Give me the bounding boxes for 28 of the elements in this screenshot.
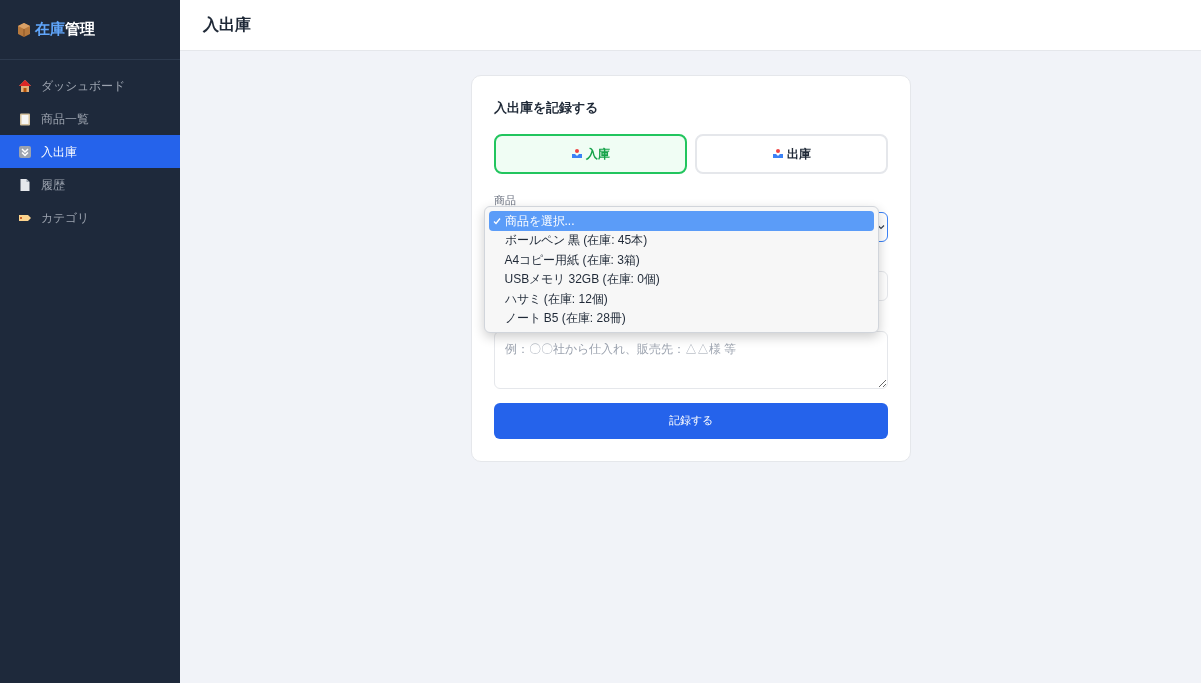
dropdown-option[interactable]: A4コピー用紙 (在庫: 3箱) <box>488 250 874 270</box>
check-icon <box>492 216 501 225</box>
brand-name: 在庫 <box>35 19 65 40</box>
sidebar-item[interactable]: 入出庫 <box>0 135 180 168</box>
form-title: 入出庫を記録する <box>493 99 599 117</box>
clipboard-icon <box>18 111 32 126</box>
inbox-icon <box>570 148 583 160</box>
submit-button[interactable]: 記録する <box>493 402 888 439</box>
sidebar-item[interactable]: カテゴリ <box>0 201 180 234</box>
sidebar-item[interactable]: 商品一覧 <box>0 102 180 135</box>
inbox-icon <box>771 148 784 160</box>
dropdown-option[interactable]: ボールペン 黒 (在庫: 45本) <box>488 230 874 250</box>
mode-button[interactable]: 入庫 <box>493 134 687 174</box>
notes-field[interactable]: 例：〇〇社から仕入れ、販売先：△△様 等 <box>493 330 888 389</box>
sidebar-item[interactable]: ダッシュボード <box>0 69 180 102</box>
brand-name: 管理 <box>65 19 95 40</box>
dropdown-option[interactable]: ハサミ (在庫: 12個) <box>488 289 874 309</box>
dropdown-option[interactable]: USBメモリ 32GB (在庫: 0個) <box>488 269 874 289</box>
house-icon <box>18 78 32 93</box>
page-title: 入出庫 <box>203 15 251 35</box>
dropdown-option[interactable]: ノート B5 (在庫: 28冊) <box>488 308 874 328</box>
field-label: 商品 <box>493 193 517 208</box>
mode-button[interactable]: 出庫 <box>694 134 888 174</box>
sidebar-item[interactable]: 履歴 <box>0 168 180 201</box>
box-icon <box>16 21 32 38</box>
chevron-icon <box>876 222 885 231</box>
document-icon <box>18 177 32 192</box>
down-arrows-icon <box>18 144 32 159</box>
